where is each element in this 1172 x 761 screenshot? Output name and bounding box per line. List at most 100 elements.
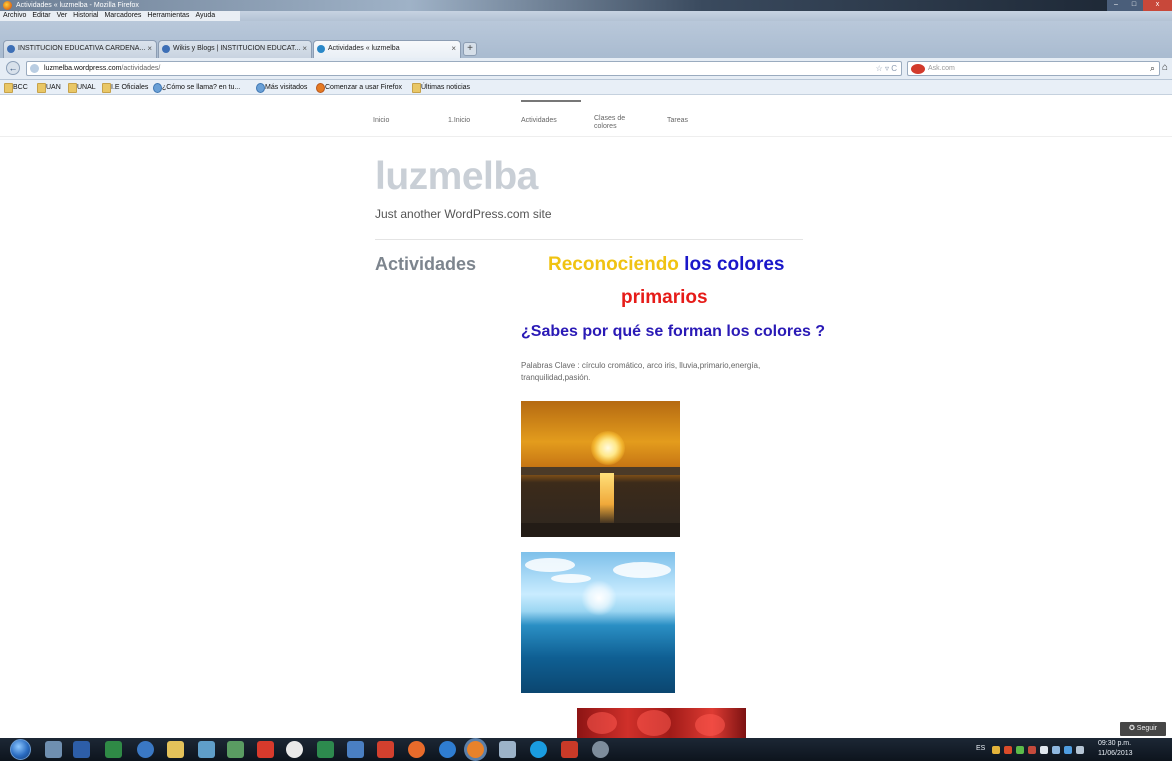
tab-label: INSTITUCION EDUCATIVA CARDENA...: [18, 45, 146, 52]
tab-wikis-blogs[interactable]: Wikis y Blogs | INSTITUCION EDUCAT... ×: [158, 40, 312, 58]
close-window-button[interactable]: x: [1143, 0, 1172, 11]
new-tab-button[interactable]: +: [463, 42, 477, 56]
word-icon[interactable]: [73, 741, 90, 758]
tab-institucion[interactable]: INSTITUCION EDUCATIVA CARDENA... ×: [3, 40, 157, 58]
menu-bar: Archivo Editar Ver Historial Marcadores …: [0, 11, 1172, 21]
bookmark-bcc[interactable]: BCC: [4, 80, 28, 95]
bookmark-ie-oficiales[interactable]: I.E Oficiales: [102, 80, 148, 95]
search-engine-label: Ask.com: [928, 65, 955, 72]
globe-icon: [7, 45, 15, 53]
menu-editar[interactable]: Editar: [29, 11, 53, 21]
roses-image: [577, 708, 746, 738]
url-text[interactable]: luzmelba.wordpress.com/actividades/: [44, 62, 160, 75]
excel-icon[interactable]: [105, 741, 122, 758]
close-tab-icon[interactable]: ×: [451, 41, 456, 57]
question-heading: ¿Sabes por qué se forman los colores ?: [521, 323, 826, 340]
search-engine-icon[interactable]: [911, 64, 925, 74]
site-identity-icon[interactable]: [30, 64, 39, 73]
security-icon[interactable]: [992, 746, 1000, 754]
firefox-icon: [3, 1, 12, 10]
web-page: Inicio 1.Inicio Actividades Clases de co…: [0, 96, 1172, 738]
window-title-bar: Actividades « luzmelba - Mozilla Firefox…: [0, 0, 1172, 11]
window-title: Actividades « luzmelba - Mozilla Firefox: [16, 2, 139, 9]
chrome-icon[interactable]: [286, 741, 303, 758]
back-button[interactable]: ←: [6, 61, 20, 75]
heading-los-colores: los colores: [678, 254, 785, 275]
heading-reconociendo: Reconociendo: [548, 254, 679, 275]
chrome-2-icon[interactable]: [408, 741, 425, 758]
bookmark-como-se-llama[interactable]: ¿Cómo se llama? en tu...: [153, 80, 240, 95]
paint-icon[interactable]: [592, 741, 609, 758]
language-indicator[interactable]: ES: [976, 745, 985, 752]
gadgets-icon[interactable]: [227, 741, 244, 758]
ocean-image: [521, 552, 675, 693]
minimize-button[interactable]: –: [1107, 0, 1125, 11]
window-icon[interactable]: [499, 741, 516, 758]
menu-marcadores[interactable]: Marcadores: [101, 11, 144, 21]
globe-icon: [162, 45, 170, 53]
user-icon[interactable]: [45, 741, 62, 758]
folder-icon[interactable]: [167, 741, 184, 758]
shore: [521, 523, 680, 537]
clock-time[interactable]: 09:30 p.m.: [1098, 740, 1131, 747]
nav-actividades[interactable]: Actividades: [521, 117, 557, 125]
app-tray-icon[interactable]: [1016, 746, 1024, 754]
nav-inicio[interactable]: Inicio: [373, 117, 389, 125]
acrobat-icon[interactable]: [257, 741, 274, 758]
maximize-button[interactable]: □: [1125, 0, 1143, 11]
sun-glow: [581, 580, 617, 616]
menu-archivo[interactable]: Archivo: [0, 11, 29, 21]
sync-icon[interactable]: [1052, 746, 1060, 754]
alert-icon[interactable]: [1028, 746, 1036, 754]
firefox-icon[interactable]: [467, 741, 484, 758]
site-tagline: Just another WordPress.com site: [375, 207, 552, 221]
publisher-icon[interactable]: [317, 741, 334, 758]
menu-historial[interactable]: Historial: [70, 11, 101, 21]
nav-clases-de-colores[interactable]: Clases de colores: [594, 115, 630, 131]
network-tray-icon[interactable]: [1064, 746, 1072, 754]
close-tab-icon[interactable]: ×: [147, 41, 152, 57]
network-icon[interactable]: [198, 741, 215, 758]
home-icon[interactable]: ⌂: [1162, 62, 1168, 73]
search-bar[interactable]: Ask.com ⌕: [907, 61, 1160, 76]
antivirus-icon[interactable]: [1004, 746, 1012, 754]
bookmark-comenzar-firefox[interactable]: Comenzar a usar Firefox: [316, 80, 402, 95]
tab-actividades[interactable]: Actividades « luzmelba ×: [313, 40, 461, 59]
url-controls[interactable]: ☆ ▿ C: [876, 62, 897, 75]
rose: [695, 714, 725, 736]
skype-icon[interactable]: [530, 741, 547, 758]
windows-taskbar: ES 09:30 p.m. 11/06/2013: [0, 738, 1172, 761]
bookmark-unal[interactable]: UNAL: [68, 80, 96, 95]
clock-date[interactable]: 11/06/2013: [1098, 750, 1133, 757]
projector-icon[interactable]: [347, 741, 364, 758]
bookmark-uan[interactable]: UAN: [37, 80, 61, 95]
bookmark-ultimas-noticias[interactable]: Últimas noticias: [412, 80, 470, 95]
follow-button[interactable]: ✪ Seguir: [1120, 722, 1166, 736]
cloud: [613, 562, 671, 578]
bookmarks-bar: BCC UAN UNAL I.E Oficiales ¿Cómo se llam…: [0, 80, 1172, 95]
flag-icon[interactable]: [1076, 746, 1084, 754]
site-title[interactable]: luzmelba: [375, 155, 538, 199]
close-tab-icon[interactable]: ×: [302, 41, 307, 57]
tab-bar: INSTITUCION EDUCATIVA CARDENA... × Wikis…: [0, 21, 1172, 59]
volume-icon[interactable]: [1040, 746, 1048, 754]
browser-icon[interactable]: [137, 741, 154, 758]
menu-herramientas[interactable]: Herramientas: [144, 11, 192, 21]
navigation-bar: ← luzmelba.wordpress.com/actividades/ ☆ …: [0, 58, 1172, 80]
bookmark-mas-visitados[interactable]: Más visitados: [256, 80, 307, 95]
start-button[interactable]: [10, 739, 31, 760]
menu-ver[interactable]: Ver: [54, 11, 71, 21]
powerpoint-icon[interactable]: [561, 741, 578, 758]
internet-explorer-icon[interactable]: [439, 741, 456, 758]
media-player-icon[interactable]: [377, 741, 394, 758]
sunset-image: [521, 401, 680, 537]
cloud: [551, 574, 591, 583]
sun: [591, 431, 625, 465]
menu-ayuda[interactable]: Ayuda: [192, 11, 218, 21]
menu-items: Archivo Editar Ver Historial Marcadores …: [0, 11, 240, 21]
url-bar[interactable]: luzmelba.wordpress.com/actividades/ ☆ ▿ …: [26, 61, 902, 76]
nav-tareas[interactable]: Tareas: [667, 117, 688, 125]
nav-1-inicio[interactable]: 1.Inicio: [448, 117, 470, 125]
search-icon[interactable]: ⌕: [1150, 62, 1155, 75]
header-divider: [375, 239, 803, 240]
